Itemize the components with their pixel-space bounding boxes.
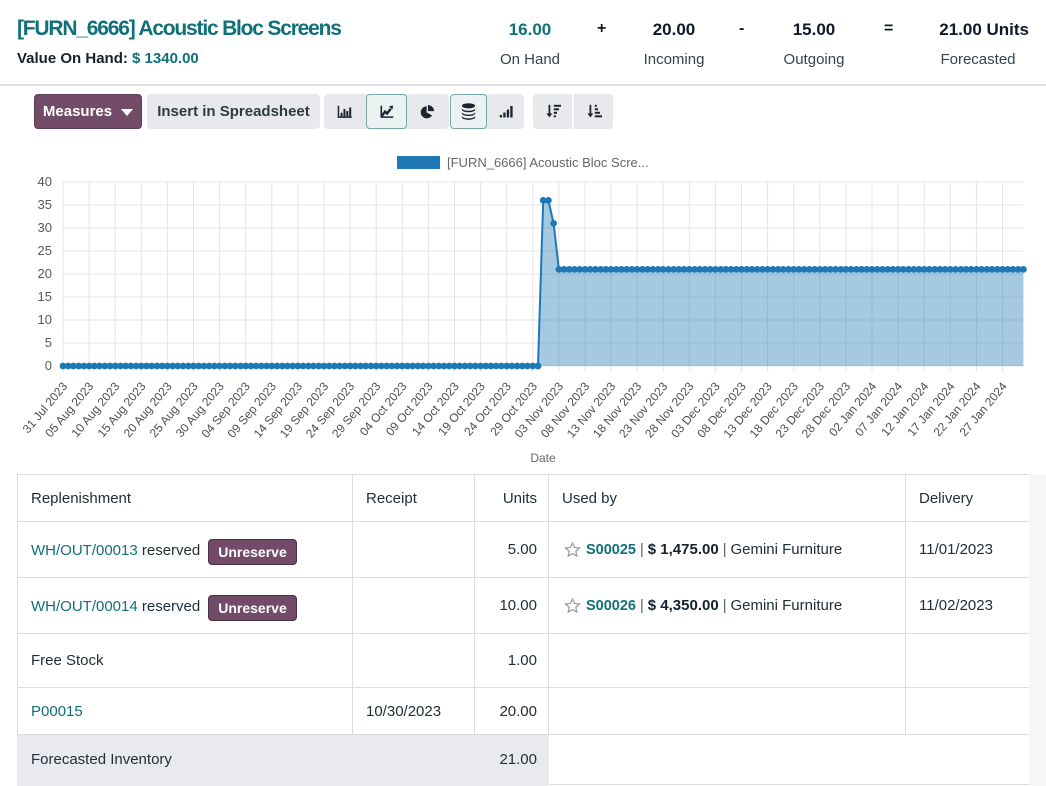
svg-text:30: 30 [38,220,52,235]
svg-text:10: 10 [38,312,52,327]
svg-text:40: 40 [38,174,52,189]
svg-text:25: 25 [38,243,52,258]
svg-text:20: 20 [38,266,52,281]
svg-text:35: 35 [38,197,52,212]
svg-text:[FURN_6666] Acoustic Bloc Scre: [FURN_6666] Acoustic Bloc Scre... [447,155,649,170]
svg-text:15: 15 [38,289,52,304]
svg-text:5: 5 [45,335,52,350]
svg-text:Date: Date [530,451,556,465]
svg-text:0: 0 [45,358,52,373]
